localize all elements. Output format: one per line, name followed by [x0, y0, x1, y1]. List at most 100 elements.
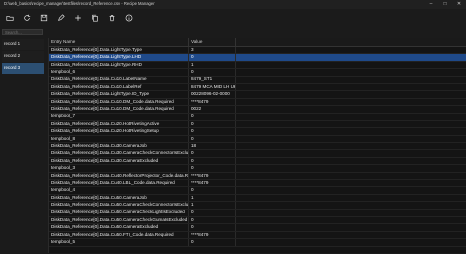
table-row[interactable]: tempbool_4 0 [49, 187, 466, 195]
maximize-icon[interactable]: □ [438, 0, 452, 9]
table-row[interactable]: DiskData_Reference[0].Data.LightType.RHD… [49, 61, 466, 70]
minimize-icon[interactable]: – [424, 0, 438, 9]
table-row[interactable]: DiskData_Reference[0].Data.Cu20.HotRivet… [49, 120, 466, 129]
entry-grid: Entry Name Value DiskData_Reference[0].D… [48, 38, 466, 253]
value-cell[interactable]: 00228096-02-0000 [189, 91, 236, 98]
title-bar: D:\web_basics\recipe_manager\testfiles\r… [0, 0, 466, 9]
entry-name-cell: tempbool_8 [49, 135, 189, 143]
value-cell[interactable]: 8479_ST1 [189, 76, 236, 83]
table-row[interactable]: DiskData_Reference[0].Data.Cu10.LabelNam… [49, 76, 466, 84]
value-cell[interactable]: ****8479 [189, 180, 236, 187]
close-icon[interactable]: ✕ [452, 0, 466, 9]
edit-button[interactable] [54, 12, 67, 25]
add-button[interactable] [71, 12, 84, 25]
delete-icon [109, 15, 114, 22]
add-icon [74, 15, 81, 21]
entry-name-cell: DiskData_Reference[0].Data.Cu50.CameraEx… [49, 224, 189, 231]
save-button[interactable] [37, 12, 50, 25]
value-cell[interactable]: 0 [189, 165, 236, 172]
delete-button[interactable] [105, 12, 118, 25]
table-row[interactable]: DiskData_Reference[0].Data.LightType.LHD… [49, 54, 466, 62]
entry-name-cell: tempbool_4 [49, 187, 189, 194]
table-row[interactable]: DiskData_Reference[0].Data.Cu50.CameraCh… [49, 216, 466, 225]
value-cell[interactable]: 0 [189, 209, 236, 216]
table-row[interactable]: DiskData_Reference[0].Data.Cu10.LabelRef… [49, 83, 466, 92]
entry-name-cell: DiskData_Reference[0].Data.Cu30.CameraEx… [49, 157, 189, 165]
value-cell[interactable]: 0 [189, 239, 236, 246]
entry-name-cell: DiskData_Reference[0].Data.Cu40.Reflecto… [51, 172, 189, 180]
toolbar [0, 9, 466, 27]
entry-name-cell: DiskData_Reference[0].Data.Cu50.CameraCh… [51, 216, 189, 224]
value-cell[interactable]: 1 [189, 202, 236, 209]
value-cell[interactable]: 0 [189, 157, 236, 165]
table-row[interactable]: tempbool_5 0 [49, 239, 466, 247]
column-header-value[interactable]: Value [189, 38, 236, 46]
folder-open-icon [5, 16, 14, 21]
value-cell[interactable]: 0 [189, 120, 236, 128]
copy-button[interactable] [88, 12, 101, 25]
value-cell[interactable]: 1 [189, 194, 236, 202]
table-row[interactable]: tempbool_6 0 [49, 69, 466, 77]
record-item[interactable]: record 1 [2, 39, 44, 50]
table-row[interactable]: DiskData_Reference[0].Data.LightType.ID_… [49, 91, 466, 99]
table-row[interactable]: DiskData_Reference[0].Data.Cu50.CameraCh… [49, 209, 466, 217]
table-row[interactable]: DiskData_Reference[0].Data.Cu40.Reflecto… [49, 172, 466, 181]
table-row[interactable]: DiskData_Reference[0].Data.Cu30.CameraCh… [49, 150, 466, 158]
table-row[interactable]: DiskData_Reference[0].Data.Cu40.LBL_Code… [49, 180, 466, 188]
entry-name-cell: DiskData_Reference[0].Data.Cu30.CameraCh… [51, 150, 189, 157]
record-item[interactable]: record 2 [2, 51, 44, 62]
save-icon [40, 14, 47, 22]
value-cell[interactable]: ****8479 [189, 231, 236, 239]
edit-icon [57, 14, 65, 21]
value-cell[interactable]: ****8479 [189, 98, 236, 106]
value-cell[interactable]: 1 [189, 61, 236, 69]
value-cell[interactable]: 0 [189, 187, 236, 194]
table-row[interactable]: tempbool_8 0 [49, 135, 466, 144]
table-row[interactable]: DiskData_Reference[0].Data.Cu50.CameraCh… [49, 202, 466, 210]
entry-name-cell: tempbool_3 [49, 165, 189, 172]
value-cell[interactable]: 0 [189, 113, 236, 120]
value-cell[interactable]: 3 [189, 47, 236, 54]
entry-name-cell: DiskData_Reference[0].Data.Cu40.LBL_Code… [49, 180, 189, 187]
table-row[interactable]: DiskData_Reference[0].Data.Cu30.CameraEx… [49, 157, 466, 166]
value-cell[interactable]: 8479 MCA MID LH UK [189, 83, 236, 91]
refresh-icon [23, 14, 30, 21]
refresh-button[interactable] [20, 12, 33, 25]
table-row[interactable]: DiskData_Reference[0].Data.Cu10.DM_Code.… [49, 106, 466, 114]
column-header-entry-name[interactable]: Entry Name [49, 38, 189, 46]
search-input[interactable] [2, 29, 43, 35]
table-row[interactable]: DiskData_Reference[0].Data.Cu30.CameraJo… [49, 143, 466, 151]
entry-name-cell: DiskData_Reference[0].Data.Cu50.CameraCh… [51, 202, 189, 209]
entry-name-cell: DiskData_Reference[0].Data.Cu10.DM_Code.… [49, 106, 189, 113]
table-row[interactable]: DiskData_Reference[0].Data.Cu10.DM_Code.… [49, 98, 466, 107]
value-cell[interactable]: 0 [189, 54, 236, 61]
info-icon [125, 14, 132, 22]
table-row[interactable]: DiskData_Reference[0].Data.Cu20.HotRivet… [49, 128, 466, 136]
table-row[interactable]: tempbool_3 0 [49, 165, 466, 173]
record-item[interactable]: record 3 [2, 63, 44, 74]
value-cell[interactable]: 0 [189, 69, 236, 76]
open-button[interactable] [3, 12, 16, 25]
value-cell[interactable]: 0 [189, 224, 236, 231]
entry-name-cell: DiskData_Reference[0].Data.LightType.ID_… [49, 91, 189, 98]
table-row[interactable]: DiskData_Reference[0].Data.Cu50.CameraEx… [49, 224, 466, 232]
record-list: record 1 record 2 record 3 [0, 38, 46, 253]
entry-name-cell: tempbool_7 [49, 113, 189, 120]
table-row[interactable]: tempbool_7 0 [49, 113, 466, 121]
info-button[interactable] [122, 12, 135, 25]
entry-name-cell: DiskData_Reference[0].Data.Cu20.HotRivet… [49, 128, 189, 135]
value-cell[interactable]: 0 [189, 150, 236, 157]
entry-name-cell: DiskData_Reference[0].Data.Cu10.LabelRef [49, 83, 189, 91]
value-cell[interactable]: 0022 [189, 106, 236, 113]
table-row[interactable]: DiskData_Reference[0].Data.LightType.Typ… [49, 47, 466, 55]
value-cell[interactable]: ****8479 [189, 172, 236, 180]
table-row[interactable]: DiskData_Reference[0].Data.Cu50.CameraJo… [49, 194, 466, 203]
value-cell[interactable]: 0 [189, 135, 236, 143]
value-cell[interactable]: 0 [189, 128, 236, 135]
entry-name-cell: DiskData_Reference[0].Data.LightType.LHD [49, 54, 189, 61]
entry-name-cell: tempbool_6 [49, 69, 189, 76]
value-cell[interactable]: 18 [189, 143, 236, 150]
table-row[interactable]: DiskData_Reference[0].Data.Cu50.FTI_Code… [49, 231, 466, 240]
value-cell[interactable]: 0 [189, 216, 236, 224]
entry-name-cell: DiskData_Reference[0].Data.LightType.RHD [49, 61, 189, 69]
